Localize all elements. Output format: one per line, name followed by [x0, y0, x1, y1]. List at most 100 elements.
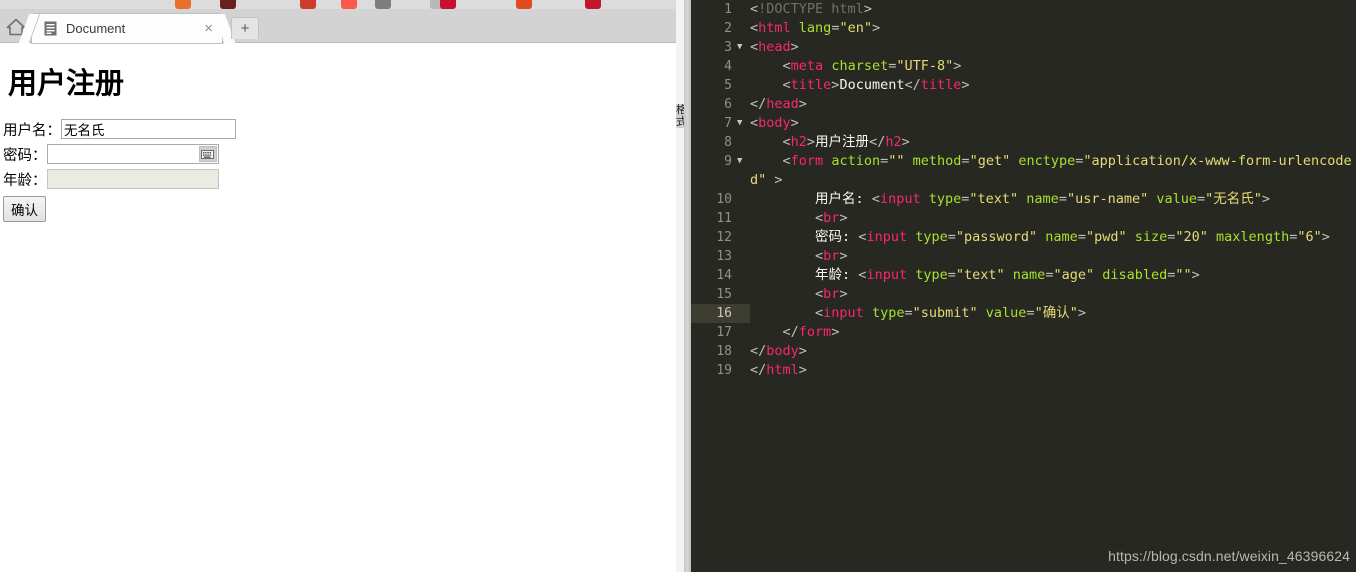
bookmark-favicon[interactable] — [440, 0, 456, 9]
code-line[interactable]: 18 </body> — [691, 342, 1356, 361]
code-line[interactable]: 5 <title>Document</title> — [691, 76, 1356, 95]
code-line[interactable]: 16 <input type="submit" value="确认"> — [691, 304, 1356, 323]
keyboard-glyph — [201, 149, 214, 159]
code-line[interactable]: 1 <!DOCTYPE html> — [691, 0, 1356, 19]
code-text: </form> — [782, 324, 840, 340]
age-input — [46, 169, 219, 189]
code-text: </head> — [750, 96, 807, 112]
code-line[interactable]: 11 <br> — [691, 209, 1356, 228]
code-line[interactable]: 12 密码: <input type="password" name="pwd"… — [691, 228, 1356, 247]
registration-form: 用户名： 密码： — [3, 118, 670, 222]
fold-spacer — [737, 304, 750, 323]
code-line[interactable]: 13 <br> — [691, 247, 1356, 266]
side-panel-vertical-label: 格式 — [676, 104, 684, 128]
code-line[interactable]: 4 <meta charset="UTF-8"> — [691, 57, 1356, 76]
line-number: 8 — [724, 135, 732, 150]
username-input[interactable] — [61, 119, 236, 139]
bookmark-favicon[interactable] — [175, 0, 191, 9]
bookmark-favicon[interactable] — [220, 0, 236, 9]
close-icon[interactable]: × — [204, 20, 213, 37]
password-label: 密码： — [3, 147, 47, 164]
line-number: 18 — [716, 344, 732, 359]
code-text: <!DOCTYPE html> — [750, 1, 872, 17]
bookmark-favicon[interactable] — [585, 0, 601, 9]
keyboard-icon[interactable] — [198, 146, 217, 162]
code-line[interactable]: 3 ▼ <head> — [691, 38, 1356, 57]
code-line[interactable]: 2 <html lang="en"> — [691, 19, 1356, 38]
code-line[interactable]: 8 <h2>用户注册</h2> — [691, 133, 1356, 152]
browser-tab-document[interactable]: Document × — [32, 14, 222, 43]
code-text: 年龄: <input type="text" name="age" disabl… — [815, 267, 1200, 283]
bookmark-favicon[interactable] — [341, 0, 357, 9]
page-viewport: 用户注册 用户名： 密码： — [0, 44, 670, 572]
fold-arrow-icon[interactable]: ▼ — [737, 152, 750, 190]
line-number: 16 — [691, 304, 737, 323]
tab-bar: Document × + — [0, 9, 684, 43]
code-text: <head> — [750, 39, 799, 55]
new-tab-button[interactable]: + — [231, 17, 259, 39]
tab-title: Document — [66, 21, 126, 36]
fold-arrow-icon[interactable]: ▼ — [737, 114, 750, 133]
code-text: 密码: <input type="password" name="pwd" si… — [815, 229, 1330, 245]
side-panel-strip[interactable] — [676, 0, 684, 572]
code-text: <br> — [815, 210, 848, 226]
code-line[interactable]: 7 ▼ <body> — [691, 114, 1356, 133]
code-line[interactable]: 6 </head> — [691, 95, 1356, 114]
line-number: 14 — [716, 268, 732, 283]
line-number: 6 — [724, 97, 732, 112]
line-number: 3 — [724, 40, 732, 55]
line-number: 13 — [716, 249, 732, 264]
pane-divider[interactable] — [684, 0, 691, 572]
line-number: 1 — [724, 2, 732, 17]
form-row-username: 用户名： — [3, 118, 670, 140]
document-lines-icon — [44, 21, 57, 36]
bookmark-favicon[interactable] — [516, 0, 532, 9]
code-lines-container: 1 <!DOCTYPE html> 2 <html lang="en"> 3 ▼ <head… — [691, 0, 1356, 380]
line-number: 11 — [716, 211, 732, 226]
code-line[interactable]: 14 年龄: <input type="text" name="age" dis… — [691, 266, 1356, 285]
submit-button[interactable]: 确认 — [3, 196, 46, 222]
code-text: </body> — [750, 343, 807, 359]
line-number: 4 — [724, 59, 732, 74]
line-number: 2 — [724, 21, 732, 36]
browser-window: Document × + 用户注册 用户名： 密码： — [0, 0, 684, 572]
code-line[interactable]: 10 用户名: <input type="text" name="usr-nam… — [691, 190, 1356, 209]
age-label: 年龄： — [3, 172, 47, 189]
password-input-wrapper — [46, 144, 219, 164]
bookmark-favicon[interactable] — [300, 0, 316, 9]
code-editor[interactable]: 1 <!DOCTYPE html> 2 <html lang="en"> 3 ▼ <head… — [691, 0, 1356, 572]
bookmark-favicon[interactable] — [375, 0, 391, 9]
code-text: <body> — [750, 115, 799, 131]
code-line[interactable]: 19 </html> — [691, 361, 1356, 380]
code-text: <br> — [815, 248, 848, 264]
code-line[interactable]: 9 ▼ <form action="" method="get" enctype=… — [691, 152, 1356, 190]
fold-arrow-icon[interactable]: ▼ — [737, 38, 750, 57]
page-title: 用户注册 — [8, 66, 125, 100]
line-number: 19 — [716, 363, 732, 378]
code-text: <form action="" method="get" enctype="ap… — [750, 153, 1352, 188]
bookmarks-bar[interactable] — [0, 0, 684, 9]
line-number: 17 — [716, 325, 732, 340]
screenshot-root: Document × + 用户注册 用户名： 密码： — [0, 0, 1356, 572]
form-row-password: 密码： — [3, 143, 670, 165]
watermark: https://blog.csdn.net/weixin_46396624 — [1108, 548, 1350, 564]
password-input[interactable] — [46, 144, 219, 164]
code-line[interactable]: 15 <br> — [691, 285, 1356, 304]
code-text: <html lang="en"> — [750, 20, 881, 36]
line-number: 12 — [716, 230, 732, 245]
code-line[interactable]: 17 </form> — [691, 323, 1356, 342]
code-text: <title>Document</title> — [782, 77, 970, 93]
line-number: 15 — [716, 287, 732, 302]
code-text: <br> — [815, 286, 848, 302]
